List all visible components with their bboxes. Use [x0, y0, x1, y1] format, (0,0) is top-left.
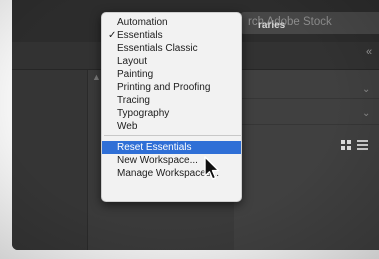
menu-item-automation[interactable]: Automation [102, 16, 241, 29]
list-view-icon[interactable] [357, 140, 368, 150]
grid-view-icon[interactable] [341, 140, 351, 150]
menu-item-label: Printing and Proofing [117, 82, 211, 93]
menu-item-essentials[interactable]: ✓ Essentials [102, 29, 241, 42]
tab-libraries[interactable]: raries [258, 20, 285, 31]
menu-item-label: Automation [117, 17, 168, 28]
menu-item-layout[interactable]: Layout [102, 55, 241, 68]
menu-item-label: Essentials [117, 30, 163, 41]
menu-item-label: Painting [117, 69, 154, 80]
menu-item-label: Web [117, 121, 138, 132]
menu-item-label: Tracing [117, 95, 150, 106]
menu-item-typography[interactable]: Typography [102, 107, 241, 120]
menu-item-web[interactable]: Web [102, 120, 241, 133]
arrow-cursor-icon [204, 156, 220, 180]
menu-item-painting[interactable]: Painting [102, 68, 241, 81]
photo-frame: rch Adobe Stock « raries ▲ ⌄ ⌄ Automatio… [0, 0, 379, 259]
menu-item-essentials-classic[interactable]: Essentials Classic [102, 42, 241, 55]
menu-item-label: Typography [117, 108, 170, 119]
libraries-panel: ⌄ ⌄ [234, 70, 379, 250]
menu-item-label: New Workspace... [117, 155, 198, 166]
menu-item-label: Layout [117, 56, 148, 67]
menu-item-label: Essentials Classic [117, 43, 198, 54]
menu-item-tracing[interactable]: Tracing [102, 94, 241, 107]
chevron-down-icon[interactable]: ⌄ [362, 108, 370, 119]
left-panel [12, 70, 88, 250]
panel-divider [234, 98, 379, 99]
panel-collapse-icon[interactable]: « [366, 46, 372, 58]
checkmark-icon: ✓ [108, 30, 117, 41]
menu-item-printing-and-proofing[interactable]: Printing and Proofing [102, 81, 241, 94]
menu-separator [104, 135, 241, 136]
menu-item-label: Reset Essentials [117, 142, 192, 153]
panel-divider [234, 124, 379, 125]
menu-item-reset-essentials[interactable]: Reset Essentials [102, 141, 241, 154]
chevron-up-icon[interactable]: ▲ [92, 72, 101, 82]
chevron-down-icon[interactable]: ⌄ [362, 84, 370, 95]
